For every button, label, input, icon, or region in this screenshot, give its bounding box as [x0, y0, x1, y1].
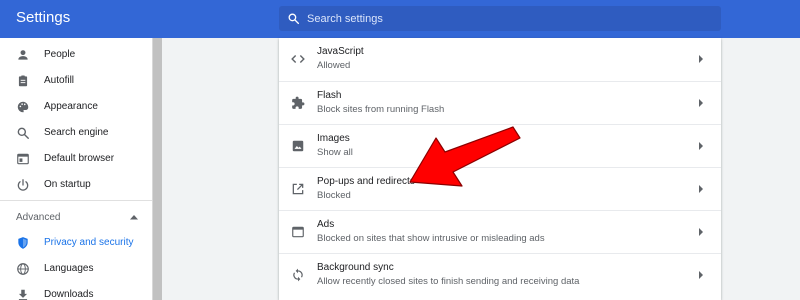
search-icon [17, 127, 29, 139]
chevron-up-icon [130, 215, 138, 220]
sidebar-item-privacy-and-security[interactable]: Privacy and security [0, 230, 152, 256]
sidebar-item-label: Default browser [44, 153, 115, 164]
sidebar-item-label: Search engine [44, 127, 109, 138]
setting-title: Ads [317, 219, 335, 230]
image-icon [292, 140, 304, 152]
browser-icon [17, 153, 29, 165]
content-settings-card: JavaScript Allowed Flash Block sites fro… [279, 38, 721, 300]
shield-icon [18, 237, 28, 249]
sidebar-item-on-startup[interactable]: On startup [0, 172, 152, 198]
sidebar-item-label: Downloads [44, 289, 94, 300]
sync-icon [293, 268, 303, 282]
sidebar-item-languages[interactable]: Languages [0, 256, 152, 282]
sidebar-item-downloads[interactable]: Downloads [0, 282, 152, 300]
download-icon [18, 289, 28, 300]
sidebar-divider [0, 200, 152, 201]
setting-row-popups-and-redirects[interactable]: Pop-ups and redirects Blocked [279, 167, 721, 209]
sidebar-item-autofill[interactable]: Autofill [0, 68, 152, 94]
ads-window-icon [292, 226, 304, 238]
setting-subtitle: Allow recently closed sites to finish se… [317, 276, 580, 287]
code-icon [291, 55, 305, 63]
search-icon [288, 13, 300, 25]
chevron-right-icon [699, 271, 703, 279]
chevron-right-icon [699, 185, 703, 193]
setting-title: Flash [317, 90, 342, 101]
setting-title: Images [317, 133, 350, 144]
sidebar-item-appearance[interactable]: Appearance [0, 94, 152, 120]
advanced-section-toggle[interactable]: Advanced [0, 206, 152, 228]
setting-subtitle: Show all [317, 147, 353, 158]
open-in-new-icon [292, 183, 304, 195]
sidebar-scrollbar[interactable] [152, 38, 162, 300]
setting-title: JavaScript [317, 46, 364, 57]
page-title: Settings [16, 9, 71, 26]
top-app-bar: Settings [0, 0, 800, 38]
setting-subtitle: Allowed [317, 60, 351, 71]
setting-subtitle: Blocked on sites that show intrusive or … [317, 233, 545, 244]
sidebar: People Autofill Appearance Search engine [0, 38, 152, 300]
puzzle-icon [292, 96, 305, 109]
sidebar-item-default-browser[interactable]: Default browser [0, 146, 152, 172]
advanced-label: Advanced [16, 212, 61, 223]
globe-icon [17, 263, 29, 275]
sidebar-item-label: People [44, 49, 76, 60]
setting-subtitle: Blocked [317, 190, 351, 201]
search-box[interactable] [279, 6, 721, 31]
person-icon [18, 50, 28, 60]
chevron-right-icon [699, 228, 703, 236]
sidebar-item-label: Privacy and security [44, 237, 134, 248]
power-icon [17, 179, 29, 191]
setting-row-flash[interactable]: Flash Block sites from running Flash [279, 81, 721, 123]
sidebar-item-people[interactable]: People [0, 42, 152, 68]
sidebar-item-label: Languages [44, 263, 94, 274]
setting-row-images[interactable]: Images Show all [279, 124, 721, 166]
palette-icon [17, 101, 29, 113]
setting-title: Pop-ups and redirects [317, 176, 415, 187]
setting-subtitle: Block sites from running Flash [317, 104, 445, 115]
setting-row-background-sync[interactable]: Background sync Allow recently closed si… [279, 253, 721, 295]
chevron-right-icon [699, 55, 703, 63]
sidebar-item-label: On startup [44, 179, 91, 190]
setting-title: Background sync [317, 262, 394, 273]
setting-row-ads[interactable]: Ads Blocked on sites that show intrusive… [279, 210, 721, 252]
sidebar-item-label: Appearance [44, 101, 98, 112]
clipboard-icon [18, 75, 28, 87]
chevron-right-icon [699, 142, 703, 150]
search-input[interactable] [307, 6, 707, 31]
sidebar-item-label: Autofill [44, 75, 75, 86]
setting-row-javascript[interactable]: JavaScript Allowed [279, 38, 721, 80]
chevron-right-icon [699, 99, 703, 107]
sidebar-item-search-engine[interactable]: Search engine [0, 120, 152, 146]
